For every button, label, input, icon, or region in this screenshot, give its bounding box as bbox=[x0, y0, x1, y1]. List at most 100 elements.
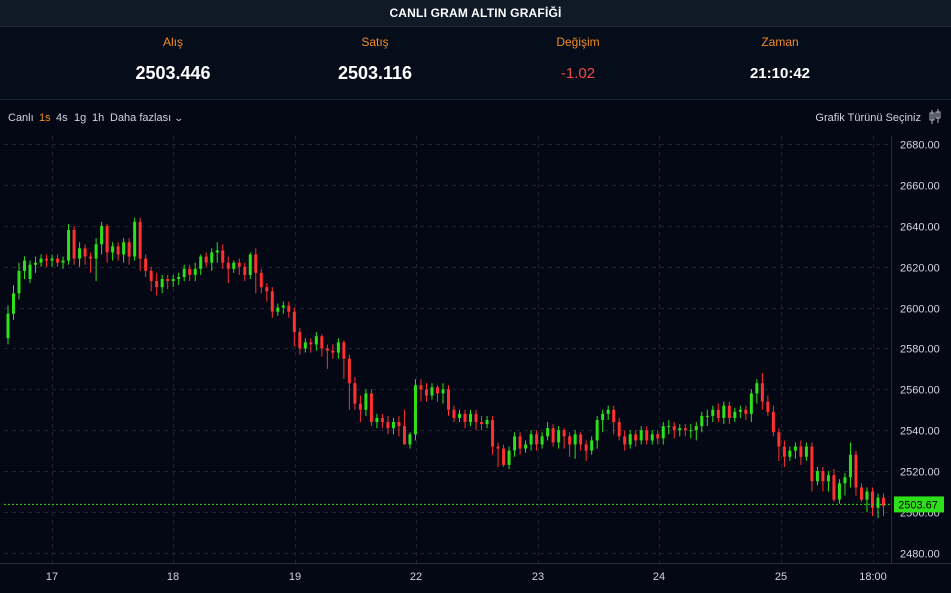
candlestick-chart[interactable]: 2680.00 2660.00 2640.00 2620.00 2600.00 2580.… bbox=[0, 136, 951, 593]
candle-body bbox=[617, 422, 621, 437]
x-tick-label: 22 bbox=[410, 571, 422, 583]
candle-body bbox=[210, 252, 214, 263]
candle-body bbox=[650, 434, 654, 441]
candle-body bbox=[700, 415, 704, 427]
candle-body bbox=[744, 409, 748, 414]
current-price: 2503.67 bbox=[4, 496, 944, 513]
candle-body bbox=[105, 225, 109, 253]
candle-body bbox=[353, 383, 357, 404]
time-value: 21:10:42 bbox=[749, 65, 811, 82]
candle-body bbox=[12, 293, 16, 314]
candle-body bbox=[397, 422, 401, 427]
x-tick-label: 19 bbox=[289, 571, 301, 583]
candle-body bbox=[595, 419, 599, 441]
candle-body bbox=[292, 311, 296, 333]
candle-body bbox=[683, 428, 687, 431]
candle-body bbox=[369, 393, 373, 423]
live-button[interactable]: Canlı bbox=[8, 112, 34, 124]
x-tick-label: 25 bbox=[775, 571, 787, 583]
candle-body bbox=[579, 434, 583, 445]
candle-body bbox=[177, 276, 181, 280]
candle-body bbox=[661, 426, 665, 439]
candle-body bbox=[491, 419, 495, 447]
y-tick-label: 2600.00 bbox=[900, 304, 940, 316]
candle-body bbox=[331, 350, 335, 353]
x-tick-label: 17 bbox=[46, 571, 58, 583]
candle-body bbox=[342, 342, 346, 359]
candle-body bbox=[447, 389, 450, 410]
candle-body bbox=[854, 454, 858, 488]
timeframe-1g[interactable]: 1g bbox=[74, 112, 86, 124]
candle-body bbox=[540, 436, 544, 445]
current-price-label: 2503.67 bbox=[898, 499, 938, 511]
chart-type-selector[interactable]: Grafik Türünü Seçiniz bbox=[815, 112, 921, 124]
candle-body bbox=[859, 487, 863, 500]
candle-body bbox=[413, 385, 417, 435]
candle-body bbox=[441, 389, 445, 394]
candle-body bbox=[529, 434, 533, 445]
candle-body bbox=[243, 266, 247, 275]
candle-body bbox=[480, 422, 484, 425]
more-timeframes-dropdown[interactable]: Daha fazlası ⌄ bbox=[110, 112, 184, 124]
candle-body bbox=[551, 428, 555, 443]
candle-body bbox=[799, 446, 803, 457]
candle-body bbox=[287, 305, 291, 312]
candle-body bbox=[182, 268, 186, 277]
candle-body bbox=[100, 225, 104, 245]
candle-body bbox=[815, 471, 819, 482]
candle-body bbox=[149, 270, 153, 282]
candle-body bbox=[518, 436, 522, 449]
candle-body bbox=[45, 258, 49, 261]
candle-body bbox=[28, 264, 32, 280]
candle-body bbox=[56, 258, 60, 263]
candle-body bbox=[386, 422, 390, 429]
x-tick-label: 18 bbox=[167, 571, 179, 583]
candle-body bbox=[133, 221, 137, 257]
candle-body bbox=[138, 221, 142, 259]
candle-body bbox=[358, 403, 362, 410]
candle-body bbox=[656, 434, 660, 439]
candle-body bbox=[678, 428, 682, 431]
candle-body bbox=[270, 291, 274, 312]
candle-body bbox=[606, 409, 610, 414]
candle-body bbox=[793, 446, 797, 451]
candle-body bbox=[469, 413, 473, 423]
candle-body bbox=[72, 229, 76, 259]
candle-body bbox=[474, 413, 478, 423]
candle-body bbox=[848, 454, 852, 478]
y-tick-label: 2680.00 bbox=[900, 140, 940, 152]
candle-body bbox=[738, 409, 742, 412]
candle-body bbox=[259, 272, 263, 288]
candle-body bbox=[458, 413, 462, 418]
candle-body bbox=[832, 475, 836, 500]
timeframe-4s[interactable]: 4s bbox=[56, 112, 68, 124]
candlestick-icon[interactable] bbox=[929, 109, 941, 128]
candle-body bbox=[155, 281, 159, 288]
candle-body bbox=[281, 305, 285, 308]
timeframe-1s[interactable]: 1s bbox=[39, 112, 51, 124]
candle-body bbox=[639, 430, 643, 441]
candle-body bbox=[821, 471, 825, 482]
candle-body bbox=[39, 258, 43, 263]
candle-body bbox=[430, 387, 434, 396]
candle-body bbox=[837, 483, 841, 500]
x-tick-label: 18:00 bbox=[859, 571, 887, 583]
chart-grid bbox=[4, 136, 891, 563]
candle-body bbox=[705, 415, 709, 417]
candle-body bbox=[601, 413, 605, 420]
x-tick-label: 24 bbox=[653, 571, 665, 583]
candle-body bbox=[23, 260, 27, 271]
candle-body bbox=[226, 262, 230, 269]
change-value: -1.02 bbox=[560, 65, 596, 82]
candle-body bbox=[34, 262, 38, 265]
candle-body bbox=[391, 422, 395, 429]
candle-body bbox=[160, 279, 164, 288]
candle-body bbox=[463, 413, 467, 423]
candle-body bbox=[17, 270, 21, 294]
candle-body bbox=[452, 409, 456, 418]
candle-body bbox=[314, 336, 318, 345]
ask-value: 2503.116 bbox=[337, 63, 413, 83]
candle-body bbox=[760, 383, 764, 402]
timeframe-1h[interactable]: 1h bbox=[92, 112, 104, 124]
candle-body bbox=[276, 307, 280, 312]
